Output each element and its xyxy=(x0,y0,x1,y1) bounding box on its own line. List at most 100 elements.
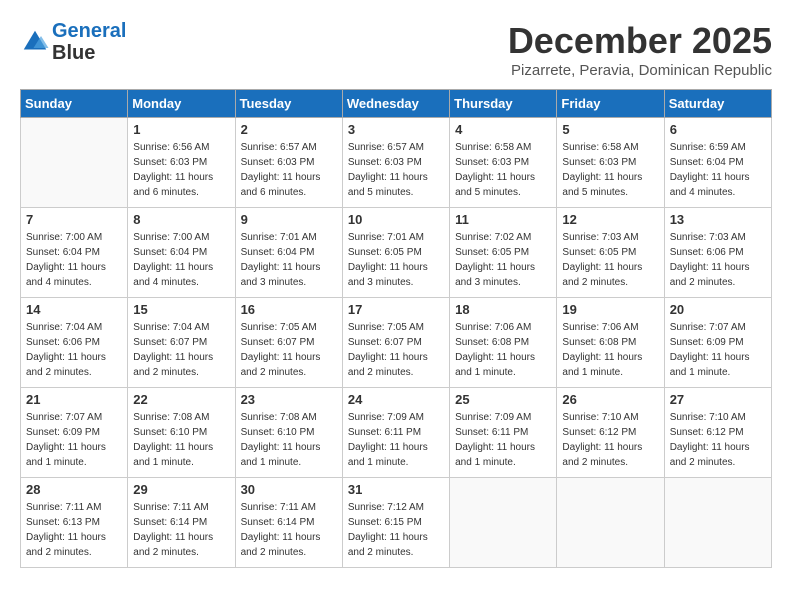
logo: General Blue xyxy=(20,20,126,64)
day-number: 13 xyxy=(670,212,766,227)
day-number: 18 xyxy=(455,302,551,317)
day-number: 3 xyxy=(348,122,444,137)
day-number: 17 xyxy=(348,302,444,317)
calendar-cell: 1 Sunrise: 6:56 AM Sunset: 6:03 PM Dayli… xyxy=(128,118,235,208)
calendar-cell: 23 Sunrise: 7:08 AM Sunset: 6:10 PM Dayl… xyxy=(235,388,342,478)
day-number: 24 xyxy=(348,392,444,407)
calendar-week-3: 14 Sunrise: 7:04 AM Sunset: 6:06 PM Dayl… xyxy=(21,298,772,388)
day-number: 8 xyxy=(133,212,229,227)
day-info: Sunrise: 6:57 AM Sunset: 6:03 PM Dayligh… xyxy=(241,140,337,200)
calendar-cell: 11 Sunrise: 7:02 AM Sunset: 6:05 PM Dayl… xyxy=(450,208,557,298)
weekday-header-friday: Friday xyxy=(557,90,664,118)
calendar-cell: 25 Sunrise: 7:09 AM Sunset: 6:11 PM Dayl… xyxy=(450,388,557,478)
day-number: 22 xyxy=(133,392,229,407)
calendar-cell xyxy=(664,478,771,568)
calendar-cell: 18 Sunrise: 7:06 AM Sunset: 6:08 PM Dayl… xyxy=(450,298,557,388)
day-number: 26 xyxy=(562,392,658,407)
calendar-week-4: 21 Sunrise: 7:07 AM Sunset: 6:09 PM Dayl… xyxy=(21,388,772,478)
weekday-header-wednesday: Wednesday xyxy=(342,90,449,118)
day-info: Sunrise: 7:06 AM Sunset: 6:08 PM Dayligh… xyxy=(562,320,658,380)
weekday-header-thursday: Thursday xyxy=(450,90,557,118)
calendar-cell: 16 Sunrise: 7:05 AM Sunset: 6:07 PM Dayl… xyxy=(235,298,342,388)
page-header: General Blue December 2025 Pizarrete, Pe… xyxy=(20,20,772,79)
day-number: 23 xyxy=(241,392,337,407)
calendar-table: SundayMondayTuesdayWednesdayThursdayFrid… xyxy=(20,89,772,568)
day-info: Sunrise: 7:04 AM Sunset: 6:06 PM Dayligh… xyxy=(26,320,122,380)
calendar-cell xyxy=(450,478,557,568)
day-info: Sunrise: 7:07 AM Sunset: 6:09 PM Dayligh… xyxy=(26,410,122,470)
calendar-cell: 21 Sunrise: 7:07 AM Sunset: 6:09 PM Dayl… xyxy=(21,388,128,478)
day-number: 9 xyxy=(241,212,337,227)
day-info: Sunrise: 7:09 AM Sunset: 6:11 PM Dayligh… xyxy=(348,410,444,470)
weekday-header-monday: Monday xyxy=(128,90,235,118)
calendar-cell: 22 Sunrise: 7:08 AM Sunset: 6:10 PM Dayl… xyxy=(128,388,235,478)
calendar-week-5: 28 Sunrise: 7:11 AM Sunset: 6:13 PM Dayl… xyxy=(21,478,772,568)
weekday-header-tuesday: Tuesday xyxy=(235,90,342,118)
day-info: Sunrise: 7:12 AM Sunset: 6:15 PM Dayligh… xyxy=(348,500,444,560)
day-number: 15 xyxy=(133,302,229,317)
calendar-cell: 19 Sunrise: 7:06 AM Sunset: 6:08 PM Dayl… xyxy=(557,298,664,388)
calendar-cell: 31 Sunrise: 7:12 AM Sunset: 6:15 PM Dayl… xyxy=(342,478,449,568)
day-number: 21 xyxy=(26,392,122,407)
day-info: Sunrise: 7:01 AM Sunset: 6:04 PM Dayligh… xyxy=(241,230,337,290)
weekday-header-sunday: Sunday xyxy=(21,90,128,118)
day-info: Sunrise: 7:11 AM Sunset: 6:14 PM Dayligh… xyxy=(133,500,229,560)
day-number: 28 xyxy=(26,482,122,497)
calendar-cell: 7 Sunrise: 7:00 AM Sunset: 6:04 PM Dayli… xyxy=(21,208,128,298)
day-info: Sunrise: 7:10 AM Sunset: 6:12 PM Dayligh… xyxy=(670,410,766,470)
calendar-cell: 29 Sunrise: 7:11 AM Sunset: 6:14 PM Dayl… xyxy=(128,478,235,568)
calendar-cell: 27 Sunrise: 7:10 AM Sunset: 6:12 PM Dayl… xyxy=(664,388,771,478)
day-info: Sunrise: 7:02 AM Sunset: 6:05 PM Dayligh… xyxy=(455,230,551,290)
day-number: 12 xyxy=(562,212,658,227)
calendar-cell: 26 Sunrise: 7:10 AM Sunset: 6:12 PM Dayl… xyxy=(557,388,664,478)
calendar-cell: 15 Sunrise: 7:04 AM Sunset: 6:07 PM Dayl… xyxy=(128,298,235,388)
day-info: Sunrise: 7:00 AM Sunset: 6:04 PM Dayligh… xyxy=(133,230,229,290)
calendar-cell: 2 Sunrise: 6:57 AM Sunset: 6:03 PM Dayli… xyxy=(235,118,342,208)
calendar-cell xyxy=(21,118,128,208)
calendar-cell xyxy=(557,478,664,568)
day-number: 5 xyxy=(562,122,658,137)
day-info: Sunrise: 7:11 AM Sunset: 6:13 PM Dayligh… xyxy=(26,500,122,560)
calendar-cell: 17 Sunrise: 7:05 AM Sunset: 6:07 PM Dayl… xyxy=(342,298,449,388)
day-info: Sunrise: 7:06 AM Sunset: 6:08 PM Dayligh… xyxy=(455,320,551,380)
weekday-header-saturday: Saturday xyxy=(664,90,771,118)
day-number: 7 xyxy=(26,212,122,227)
day-number: 11 xyxy=(455,212,551,227)
day-number: 14 xyxy=(26,302,122,317)
calendar-cell: 24 Sunrise: 7:09 AM Sunset: 6:11 PM Dayl… xyxy=(342,388,449,478)
day-info: Sunrise: 7:05 AM Sunset: 6:07 PM Dayligh… xyxy=(348,320,444,380)
calendar-cell: 13 Sunrise: 7:03 AM Sunset: 6:06 PM Dayl… xyxy=(664,208,771,298)
day-info: Sunrise: 6:56 AM Sunset: 6:03 PM Dayligh… xyxy=(133,140,229,200)
day-number: 20 xyxy=(670,302,766,317)
day-info: Sunrise: 7:01 AM Sunset: 6:05 PM Dayligh… xyxy=(348,230,444,290)
calendar-cell: 8 Sunrise: 7:00 AM Sunset: 6:04 PM Dayli… xyxy=(128,208,235,298)
logo-text-general: General xyxy=(52,20,126,42)
day-number: 25 xyxy=(455,392,551,407)
calendar-cell: 28 Sunrise: 7:11 AM Sunset: 6:13 PM Dayl… xyxy=(21,478,128,568)
day-info: Sunrise: 7:05 AM Sunset: 6:07 PM Dayligh… xyxy=(241,320,337,380)
day-info: Sunrise: 6:59 AM Sunset: 6:04 PM Dayligh… xyxy=(670,140,766,200)
day-info: Sunrise: 7:00 AM Sunset: 6:04 PM Dayligh… xyxy=(26,230,122,290)
calendar-cell: 4 Sunrise: 6:58 AM Sunset: 6:03 PM Dayli… xyxy=(450,118,557,208)
calendar-week-2: 7 Sunrise: 7:00 AM Sunset: 6:04 PM Dayli… xyxy=(21,208,772,298)
day-number: 4 xyxy=(455,122,551,137)
day-number: 6 xyxy=(670,122,766,137)
calendar-cell: 9 Sunrise: 7:01 AM Sunset: 6:04 PM Dayli… xyxy=(235,208,342,298)
calendar-cell: 3 Sunrise: 6:57 AM Sunset: 6:03 PM Dayli… xyxy=(342,118,449,208)
day-info: Sunrise: 7:09 AM Sunset: 6:11 PM Dayligh… xyxy=(455,410,551,470)
day-info: Sunrise: 7:03 AM Sunset: 6:06 PM Dayligh… xyxy=(670,230,766,290)
day-number: 30 xyxy=(241,482,337,497)
location-subtitle: Pizarrete, Peravia, Dominican Republic xyxy=(508,62,772,79)
day-number: 16 xyxy=(241,302,337,317)
calendar-cell: 6 Sunrise: 6:59 AM Sunset: 6:04 PM Dayli… xyxy=(664,118,771,208)
day-number: 2 xyxy=(241,122,337,137)
weekday-header-row: SundayMondayTuesdayWednesdayThursdayFrid… xyxy=(21,90,772,118)
month-title: December 2025 xyxy=(508,20,772,62)
day-number: 27 xyxy=(670,392,766,407)
calendar-cell: 14 Sunrise: 7:04 AM Sunset: 6:06 PM Dayl… xyxy=(21,298,128,388)
day-info: Sunrise: 7:04 AM Sunset: 6:07 PM Dayligh… xyxy=(133,320,229,380)
day-info: Sunrise: 7:10 AM Sunset: 6:12 PM Dayligh… xyxy=(562,410,658,470)
calendar-cell: 10 Sunrise: 7:01 AM Sunset: 6:05 PM Dayl… xyxy=(342,208,449,298)
calendar-week-1: 1 Sunrise: 6:56 AM Sunset: 6:03 PM Dayli… xyxy=(21,118,772,208)
logo-icon xyxy=(20,27,50,57)
